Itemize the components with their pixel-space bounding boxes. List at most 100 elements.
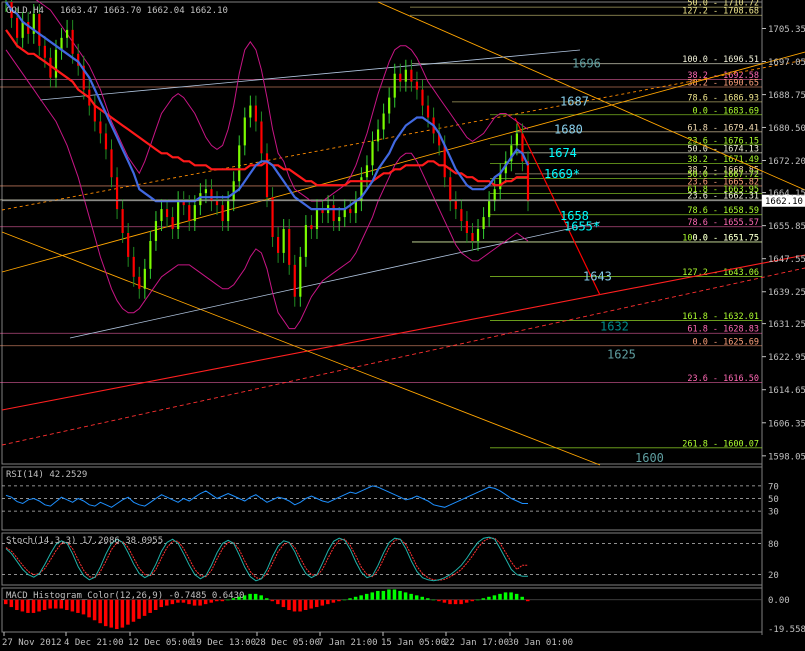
macd-bar-63 <box>353 596 358 600</box>
macd-bar-61 <box>342 599 347 601</box>
macd-bar-64 <box>359 595 363 600</box>
macd-bar-65 <box>364 593 369 600</box>
macd-bar-50 <box>281 599 286 608</box>
y-tick-label-12: 1606.35 <box>768 419 805 429</box>
level-label-2: 1680 <box>554 122 583 136</box>
macd-bar-13 <box>76 599 80 613</box>
level-label-6: 1655* <box>564 220 600 234</box>
x-tick-label-6: 15 Jan 05:00 <box>381 638 446 648</box>
macd-title: MACD_Histogram_Color(12,26,9) -0.7485 0.… <box>6 591 244 601</box>
level-label-10: 1600 <box>635 451 664 465</box>
chart-canvas[interactable]: 50.0 - 1710.72127.2 - 1708.68100.0 - 169… <box>0 0 805 651</box>
macd-bar-59 <box>331 599 336 603</box>
macd-bar-15 <box>87 599 91 618</box>
macd-bar-68 <box>381 590 386 600</box>
trendline-1 <box>1 59 805 211</box>
macd-bar-77 <box>431 599 436 601</box>
macd-bar-10 <box>59 599 64 609</box>
rsi-tick-0: 70 <box>768 482 779 492</box>
macd-bar-21 <box>120 599 125 628</box>
level-label-1: 1687 <box>560 95 589 109</box>
macd-bar-20 <box>115 599 119 630</box>
trendline-3 <box>1 267 805 446</box>
x-tick-label-2: 12 Dec 05:00 <box>128 638 193 648</box>
macd-bar-53 <box>298 599 302 612</box>
rsi-line <box>5 485 528 508</box>
macd-bar-57 <box>320 599 325 606</box>
macd-bar-90 <box>503 592 508 600</box>
macd-bar-23 <box>131 599 136 622</box>
y-tick-label-0: 1705.35 <box>768 25 805 35</box>
fib-label-23: 0.0 - 1625.69 <box>692 337 759 347</box>
x-tick-label-5: 7 Jan 21:00 <box>318 638 378 648</box>
macd-bar-48 <box>270 599 275 602</box>
macd-bar-19 <box>109 599 114 628</box>
y-tick-label-3: 1680.50 <box>768 124 805 134</box>
macd-bar-76 <box>426 598 430 600</box>
fib-label-16: 78.6 - 1658.59 <box>687 206 759 216</box>
macd-bar-66 <box>370 592 375 600</box>
macd-bar-91 <box>509 592 513 600</box>
macd-bar-49 <box>276 599 280 605</box>
macd-bar-12 <box>70 599 75 612</box>
macd-bar-8 <box>48 599 52 609</box>
macd-bar-3 <box>20 599 25 612</box>
rsi-tick-1: 50 <box>768 495 779 505</box>
macd-bar-11 <box>65 599 69 610</box>
x-tick-label-0: 27 Nov 2012 <box>2 638 62 648</box>
y-tick-label-5: 1664.15 <box>768 189 805 199</box>
trendline-2 <box>1 254 805 411</box>
fib-label-9: 50.0 - 1674.13 <box>687 144 759 154</box>
macd-bar-26 <box>148 599 152 613</box>
macd-bar-89 <box>498 593 502 600</box>
panel-frame-1 <box>1 1 763 465</box>
mt4-chart-window: 50.0 - 1710.72 127.2 - 1708.68 100.0 - 169… <box>0 0 805 651</box>
macd-bar-80 <box>448 599 452 605</box>
macd-tick-1: -19.5584 <box>768 625 805 635</box>
macd-bar-69 <box>387 589 391 600</box>
y-tick-label-4: 1672.20 <box>768 157 805 167</box>
macd-bar-56 <box>314 599 319 608</box>
macd-bar-75 <box>420 596 424 600</box>
macd-bar-2 <box>15 599 19 610</box>
macd-bar-54 <box>303 599 308 610</box>
macd-bar-85 <box>476 599 480 601</box>
macd-bar-92 <box>514 593 519 600</box>
y-tick-label-11: 1614.65 <box>768 386 805 396</box>
fib-label-1: 127.2 - 1708.68 <box>682 7 759 17</box>
fib-label-21: 161.8 - 1632.01 <box>682 312 759 322</box>
level-label-7: 1643 <box>583 270 612 284</box>
macd-bar-88 <box>492 595 497 600</box>
macd-bar-78 <box>437 599 441 602</box>
macd-bar-24 <box>137 599 141 619</box>
macd-bar-82 <box>459 599 463 605</box>
macd-bar-87 <box>487 596 491 600</box>
chart-header-values: 1663.47 1663.70 1662.04 1662.10 <box>60 6 228 16</box>
y-tick-label-2: 1688.75 <box>768 91 805 101</box>
fib-label-7: 61.8 - 1679.41 <box>687 123 759 133</box>
y-tick-label-6: 1655.85 <box>768 222 805 232</box>
macd-bar-93 <box>520 596 524 600</box>
macd-bar-60 <box>337 599 341 602</box>
macd-bar-27 <box>153 599 158 610</box>
macd-bar-83 <box>464 599 469 603</box>
fib-label-15: 23.6 - 1662.31 <box>687 191 759 201</box>
y-tick-label-10: 1622.95 <box>768 353 805 363</box>
y-tick-label-1: 1697.05 <box>768 58 805 68</box>
stoch-tick-0: 80 <box>768 540 779 550</box>
x-tick-label-7: 22 Jan 17:00 <box>444 638 509 648</box>
stoch-title: Stoch(14,3,3) 17.2086 38.0955 <box>6 536 163 546</box>
level-label-9: 1625 <box>607 347 636 361</box>
fib-label-10: 38.2 - 1671.49 <box>687 155 759 165</box>
macd-bar-62 <box>348 598 352 600</box>
x-tick-label-4: 28 Dec 05:00 <box>255 638 320 648</box>
macd-bar-46 <box>259 595 263 600</box>
macd-bar-84 <box>470 599 474 602</box>
macd-bar-51 <box>287 599 291 610</box>
macd-bar-5 <box>31 599 36 613</box>
macd-bar-17 <box>98 599 102 624</box>
trendline-7 <box>39 49 581 101</box>
macd-bar-55 <box>309 599 313 609</box>
rsi-title: RSI(14) 42.2529 <box>6 470 87 480</box>
y-tick-label-7: 1647.55 <box>768 255 805 265</box>
